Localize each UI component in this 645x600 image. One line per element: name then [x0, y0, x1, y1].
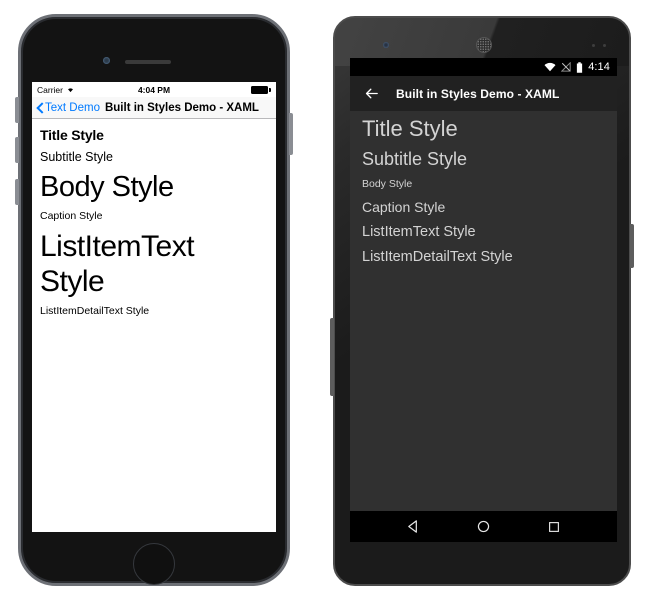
signal-no-sim-icon: [561, 62, 571, 72]
android-clock: 4:14: [588, 61, 610, 73]
home-button[interactable]: [133, 543, 175, 585]
android-screen: 4:14 Built in Styles Demo - XAML Title S…: [350, 58, 617, 542]
ios-content-area: Title Style Subtitle Style Body Style Ca…: [32, 119, 276, 532]
android-label-caption-style: Caption Style: [362, 199, 446, 215]
android-label-body-style: Body Style: [362, 178, 413, 190]
android-label-listitemtext-style: ListItemText Style: [362, 224, 476, 240]
android-device-frame: 4:14 Built in Styles Demo - XAML Title S…: [330, 16, 634, 586]
screenshot-stage: Carrier 4:04 PM Text Demo Built in Style…: [0, 0, 645, 600]
ios-label-listitemtext-style: ListItemText Style: [40, 230, 195, 299]
back-button-label: Text Demo: [45, 101, 100, 114]
back-triangle-icon[interactable]: [406, 519, 421, 534]
iphone-screen: Carrier 4:04 PM Text Demo Built in Style…: [32, 82, 276, 532]
ios-status-bar: Carrier 4:04 PM: [32, 82, 276, 97]
android-content-area: Title Style Subtitle Style Body Style Ca…: [350, 111, 617, 511]
proximity-sensor-icon: [592, 44, 595, 47]
android-label-listitemdetailtext-style: ListItemDetailText Style: [362, 249, 513, 265]
ios-label-listitemdetailtext-style: ListItemDetailText Style: [40, 305, 150, 318]
front-camera-icon: [383, 42, 389, 48]
page-title: Built in Styles Demo - XAML: [104, 101, 259, 114]
ios-label-title-style: Title Style: [40, 127, 104, 143]
front-camera-icon: [103, 57, 110, 64]
android-status-bar: 4:14: [350, 58, 617, 76]
ios-label-caption-style: Caption Style: [40, 210, 103, 222]
ios-label-subtitle-style: Subtitle Style: [40, 150, 113, 164]
home-circle-icon[interactable]: [476, 519, 491, 534]
android-action-bar: Built in Styles Demo - XAML: [350, 76, 617, 111]
ios-clock: 4:04 PM: [137, 84, 171, 95]
battery-icon: [576, 61, 583, 73]
arrow-left-icon[interactable]: [363, 85, 380, 102]
iphone-device-frame: Carrier 4:04 PM Text Demo Built in Style…: [15, 14, 293, 586]
android-label-subtitle-style: Subtitle Style: [362, 149, 468, 169]
back-button[interactable]: Text Demo: [36, 102, 100, 114]
wifi-icon: [544, 62, 556, 72]
battery-full-icon: [251, 85, 271, 94]
earpiece-speaker-icon: [476, 37, 492, 53]
page-title: Built in Styles Demo - XAML: [396, 86, 560, 101]
ios-label-body-style: Body Style: [40, 171, 174, 203]
recents-square-icon[interactable]: [547, 520, 561, 534]
android-navigation-bar: [350, 511, 617, 542]
chevron-left-icon: [36, 102, 43, 113]
android-label-title-style: Title Style: [362, 116, 458, 141]
ios-navigation-bar: Text Demo Built in Styles Demo - XAML: [32, 97, 276, 119]
earpiece-speaker-icon: [125, 60, 171, 64]
